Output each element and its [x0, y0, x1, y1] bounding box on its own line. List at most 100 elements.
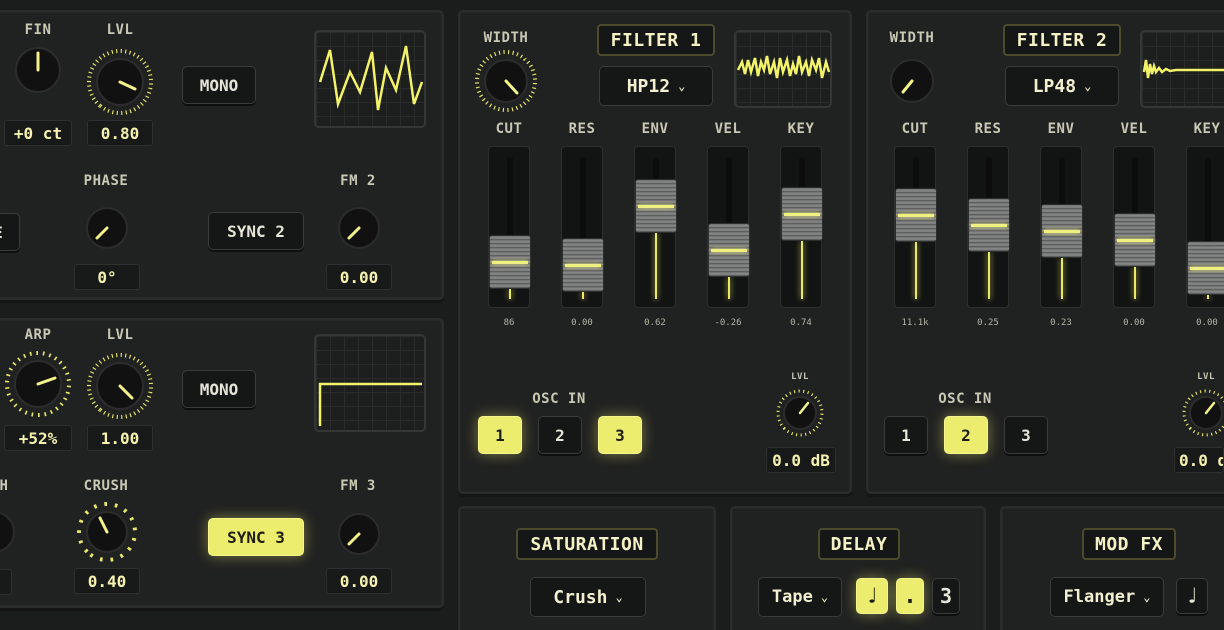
- filter2-fader-3[interactable]: [1113, 146, 1156, 308]
- phase-value: 0°: [74, 264, 140, 290]
- lvl-label: LVL: [106, 22, 134, 38]
- mod-fx-mode-value: Flanger: [1063, 587, 1136, 607]
- arp-knob[interactable]: [2, 348, 74, 420]
- filter-2-osc-in-2[interactable]: 2: [944, 416, 988, 454]
- filter2-fader-2[interactable]: [1040, 146, 1083, 308]
- filter1-fader-0[interactable]: [488, 146, 531, 308]
- fader-fill: [1134, 267, 1136, 299]
- fader-cap[interactable]: [1041, 204, 1083, 258]
- fader-cap[interactable]: [895, 188, 937, 242]
- filter1-fader-value-1: 0.00: [571, 318, 593, 328]
- arp-value: +52%: [4, 425, 72, 451]
- fader-cap[interactable]: [489, 235, 531, 289]
- fader-cap[interactable]: [562, 238, 604, 292]
- lvl-label-3: LVL: [106, 327, 134, 343]
- filter-1-type-dropdown[interactable]: HP12 ⌄: [599, 66, 713, 106]
- filter-1-lvl-knob[interactable]: [775, 388, 825, 438]
- crush-value: 0.40: [74, 568, 140, 594]
- filter2-fader-1[interactable]: [967, 146, 1010, 308]
- filter2-slider-label-2: ENV: [1047, 121, 1075, 137]
- square-wave-icon: [318, 382, 422, 426]
- mod-fx-mode-dropdown[interactable]: Flanger ⌄: [1050, 577, 1164, 617]
- mono-button-3[interactable]: MONO: [182, 370, 256, 408]
- filter-2-type-dropdown[interactable]: LP48 ⌄: [1005, 66, 1119, 106]
- filter-2-lvl-knob[interactable]: [1181, 388, 1224, 438]
- fader-cap[interactable]: [1187, 241, 1224, 295]
- delay-triplet-button[interactable]: 3: [932, 578, 960, 614]
- osc-3-left-knob[interactable]: [0, 504, 22, 560]
- fader-cap[interactable]: [708, 223, 750, 277]
- fin-value: +0 ct: [4, 120, 72, 146]
- filter1-fader-4[interactable]: [780, 146, 823, 308]
- crush-label: CRUSH: [83, 478, 129, 494]
- mod-fx-note-sync-button[interactable]: ♩: [1176, 578, 1208, 614]
- crush-knob[interactable]: [75, 500, 139, 564]
- saturation-mode-dropdown[interactable]: Crush ⌄: [530, 577, 646, 617]
- sync-3-button[interactable]: SYNC 3: [208, 518, 304, 556]
- fm-2-knob[interactable]: [331, 200, 387, 256]
- fader-fill: [582, 292, 584, 299]
- filter1-slider-label-2: ENV: [641, 121, 669, 137]
- fm-3-value: 0.00: [326, 568, 392, 594]
- filter2-slider-label-0: CUT: [901, 121, 929, 137]
- sync-2-button[interactable]: SYNC 2: [208, 212, 304, 250]
- fader-cap[interactable]: [968, 198, 1010, 252]
- fm-2-label: FM 2: [340, 173, 376, 189]
- arp-label: ARP: [24, 327, 52, 343]
- filter2-slider-label-4: KEY: [1193, 121, 1221, 137]
- filter-1-width-knob[interactable]: [473, 48, 539, 114]
- phase-knob[interactable]: [79, 200, 135, 256]
- osc-2-left-button[interactable]: E: [0, 213, 20, 251]
- phase-label: PHASE: [83, 173, 129, 189]
- chevron-down-icon: ⌄: [678, 79, 686, 93]
- fader-cap-line: [638, 205, 674, 208]
- delay-dotted-button[interactable]: .: [896, 578, 924, 614]
- filter-1-osc-in-3[interactable]: 3: [598, 416, 642, 454]
- filter1-fader-value-2: 0.62: [644, 318, 666, 328]
- filter1-fader-value-0: 86: [503, 318, 515, 328]
- mod-fx-title: MOD FX: [1082, 528, 1176, 560]
- lvl-knob-3[interactable]: [84, 350, 156, 422]
- filter1-fader-2[interactable]: [634, 146, 677, 308]
- saturation-mode-value: Crush: [553, 586, 608, 608]
- noise-wave-icon: [736, 55, 830, 79]
- filter1-fader-1[interactable]: [561, 146, 604, 308]
- decay-wave-icon: [1142, 59, 1224, 79]
- lvl-knob[interactable]: [84, 46, 156, 118]
- filter2-fader-4[interactable]: [1186, 146, 1224, 308]
- filter-2-osc-in-label: OSC IN: [938, 391, 992, 407]
- filter-2-lvl-value: 0.0 d: [1174, 447, 1224, 473]
- filter-1-osc-in-2[interactable]: 2: [538, 416, 582, 454]
- filter2-fader-0[interactable]: [894, 146, 937, 308]
- delay-title: DELAY: [818, 528, 900, 560]
- fader-cap-line: [1044, 230, 1080, 233]
- filter-1-osc-in-1[interactable]: 1: [478, 416, 522, 454]
- filter-2-osc-in-3[interactable]: 3: [1004, 416, 1048, 454]
- sawtooth-wave-icon: [318, 45, 424, 111]
- fader-fill: [655, 233, 657, 299]
- fader-cap[interactable]: [635, 179, 677, 233]
- lvl-value: 0.80: [87, 120, 153, 146]
- filter1-slider-label-1: RES: [568, 121, 596, 137]
- filter-1-osc-in-label: OSC IN: [532, 391, 586, 407]
- filter-1-scope: [734, 30, 832, 108]
- osc-3-left-label: H: [0, 478, 9, 494]
- fader-cap[interactable]: [1114, 213, 1156, 267]
- filter2-slider-label-1: RES: [974, 121, 1002, 137]
- filter-1-lvl-value: 0.0 dB: [766, 447, 836, 473]
- fader-cap-line: [1190, 267, 1224, 270]
- fm-3-knob[interactable]: [331, 506, 387, 562]
- filter-2-osc-in-1[interactable]: 1: [884, 416, 928, 454]
- filter-1-type-value: HP12: [626, 75, 671, 97]
- fader-fill: [801, 241, 803, 299]
- fader-cap-line: [898, 214, 934, 217]
- fader-cap-line: [784, 213, 820, 216]
- filter-2-width-knob[interactable]: [879, 48, 945, 114]
- mono-button[interactable]: MONO: [182, 66, 256, 104]
- delay-mode-dropdown[interactable]: Tape ⌄: [758, 577, 842, 617]
- fin-knob[interactable]: [8, 40, 68, 100]
- delay-note-sync-button[interactable]: ♩: [856, 578, 888, 614]
- filter1-fader-3[interactable]: [707, 146, 750, 308]
- oscillator-3-scope: [314, 334, 426, 432]
- fader-cap[interactable]: [781, 187, 823, 241]
